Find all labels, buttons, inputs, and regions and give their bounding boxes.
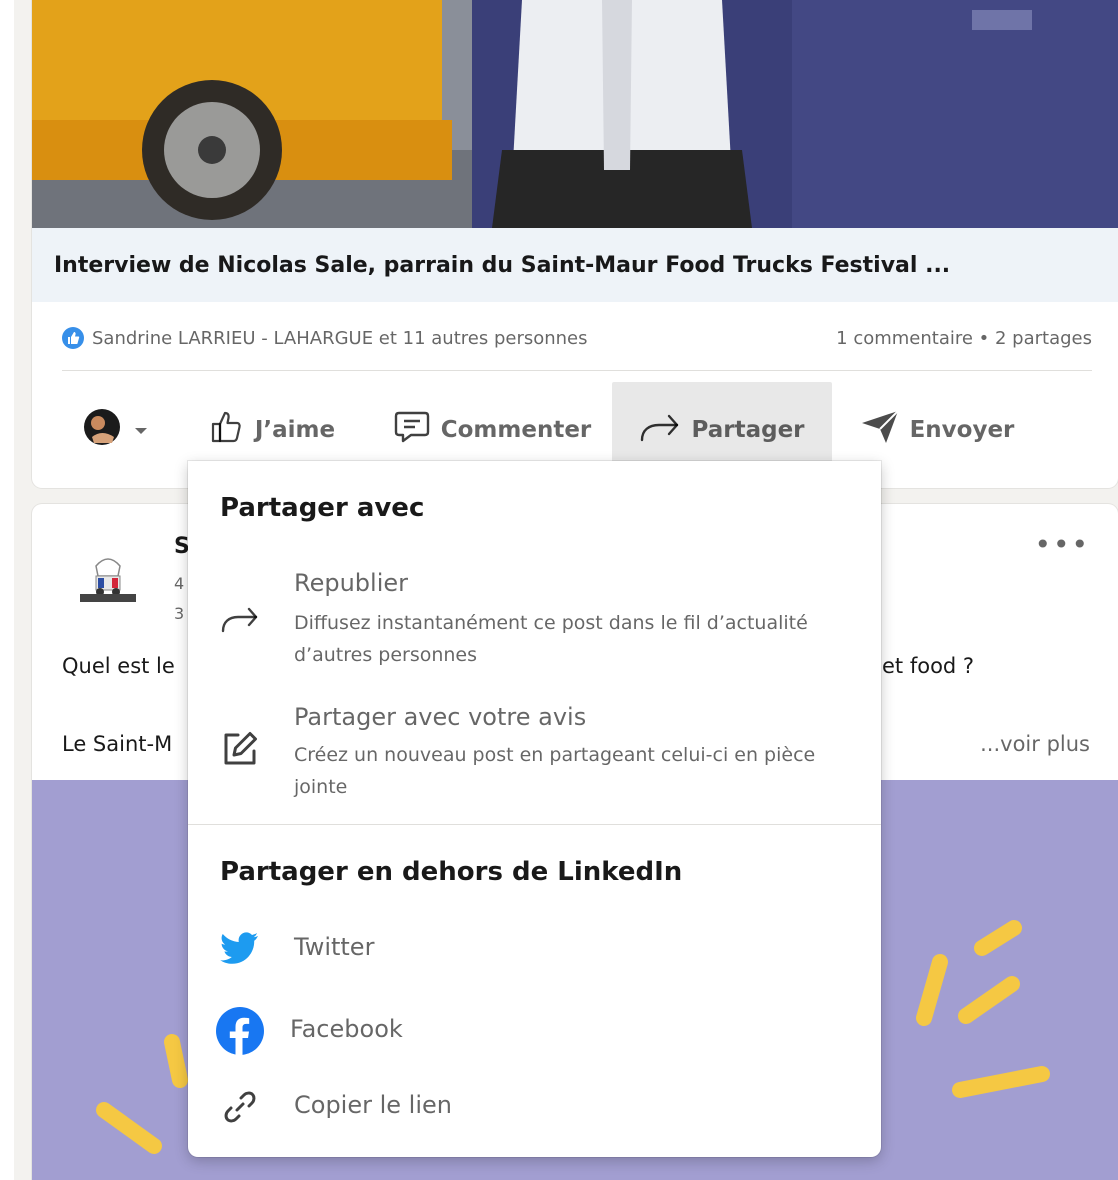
repost-title: Republier [294,569,409,597]
share-with-thoughts-title: Partager avec votre avis [294,703,587,731]
post-text-line-end: et food ? [882,654,975,678]
divider [188,824,881,825]
copy-link-option[interactable]: Copier le lien [188,1083,881,1131]
twitter-icon [216,925,264,973]
send-icon [860,409,900,451]
link-preview-title-bar[interactable]: Interview de Nicolas Sale, parrain du Sa… [32,228,1118,302]
comments-shares-count[interactable]: 1 commentaire • 2 partages [836,328,1092,349]
post-video-thumbnail[interactable] [32,0,1118,228]
repost-description: Diffusez instantanément ce post dans le … [294,612,808,666]
thumbs-up-icon [209,409,245,451]
feed-post-card: Interview de Nicolas Sale, parrain du Sa… [32,0,1118,488]
twitter-label: Twitter [294,933,375,961]
post-text-line: Quel est le [62,654,175,678]
post-text-line-2: Le Saint-M [62,732,173,756]
social-counts: Sandrine LARRIEU - LAHARGUE et 11 autres… [62,318,1092,358]
author-followers: 4 [174,574,185,593]
share-twitter-option[interactable]: Twitter [188,925,881,973]
chevron-down-icon [132,417,150,443]
repost-arrow-icon [216,595,264,643]
page-edge [0,0,14,1180]
facebook-label: Facebook [290,1015,403,1043]
more-options-icon[interactable]: ••• [1034,528,1090,561]
reactions-summary[interactable]: Sandrine LARRIEU - LAHARGUE et 11 autres… [62,327,588,349]
facebook-icon [216,1007,264,1055]
comment-icon [393,409,431,451]
reactions-text[interactable]: Sandrine LARRIEU - LAHARGUE et 11 autres… [92,328,588,349]
share-with-thoughts-option[interactable]: Partager avec votre avis Créez un nouvea… [188,701,881,811]
link-preview-title[interactable]: Interview de Nicolas Sale, parrain du Sa… [54,253,950,278]
like-reaction-icon [62,327,84,349]
share-arrow-icon [639,410,681,450]
share-facebook-option[interactable]: Facebook [188,1005,881,1057]
divider [62,370,1092,371]
company-logo[interactable] [72,544,144,616]
copy-link-label: Copier le lien [294,1091,452,1119]
link-icon [216,1083,264,1131]
like-label: J’aime [254,417,336,443]
share-with-heading: Partager avec [220,493,425,523]
repost-option[interactable]: Republier Diffusez instantanément ce pos… [188,565,881,675]
edit-pencil-icon [216,725,264,773]
avatar [82,407,122,453]
share-outside-heading: Partager en dehors de LinkedIn [220,857,683,887]
share-dropdown-menu: Partager avec Republier Diffusez instant… [188,461,881,1157]
comment-label: Commenter [440,417,592,443]
send-label: Envoyer [909,417,1015,443]
actor-switcher-button[interactable] [62,382,172,478]
see-more-link[interactable]: ...voir plus [980,732,1090,756]
share-label: Partager [691,417,805,443]
share-with-thoughts-description: Créez un nouveau post en partageant celu… [294,744,816,798]
post-timestamp: 3 [174,604,185,623]
